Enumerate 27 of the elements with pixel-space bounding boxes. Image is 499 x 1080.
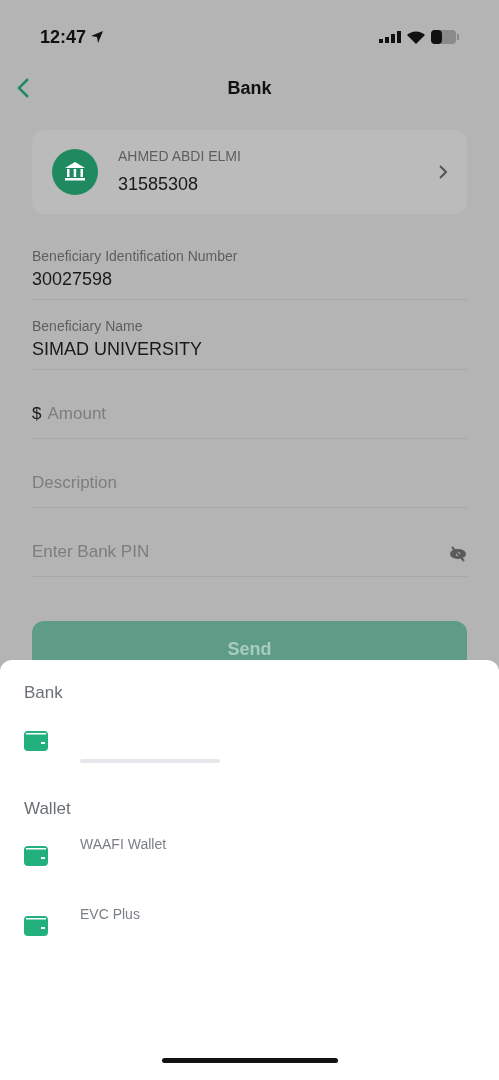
page-title: Bank: [227, 76, 272, 100]
field-label: Beneficiary Identification Number: [32, 247, 239, 266]
wallet-icon: [24, 846, 48, 866]
account-name: AHMED ABDI ELMI: [118, 147, 242, 166]
input-field[interactable]: 30027598: [32, 267, 467, 291]
wifi-icon: [407, 30, 425, 44]
bank-icon: [52, 149, 98, 195]
section-title: Bank: [24, 682, 64, 704]
option-name: WAAFI Wallet: [80, 834, 167, 854]
input-field[interactable]: SIMAD UNIVERSITY: [32, 337, 467, 361]
field-label: Beneficiary Name: [32, 317, 144, 336]
status-time: 12:47: [40, 25, 87, 49]
signal-icon: [379, 31, 401, 43]
chevron-right-icon: [439, 165, 447, 179]
currency-symbol: $: [32, 402, 42, 425]
section-title: Wallet: [24, 797, 72, 820]
wallet-icon: [24, 730, 48, 751]
account-card[interactable]: AHMED ABDI ELMI 31585308: [32, 130, 467, 214]
account-number: 31585308: [118, 173, 200, 196]
account-option[interactable]: EVC Plus: [24, 891, 475, 961]
battery-icon: [431, 30, 459, 44]
back-icon[interactable]: [16, 77, 30, 99]
location-arrow-icon: [90, 30, 105, 44]
account-option[interactable]: WAAFI Wallet: [24, 821, 475, 891]
option-name: EVC Plus: [80, 904, 140, 924]
wallet-icon: [24, 916, 48, 936]
eye-slash-icon[interactable]: [449, 546, 467, 562]
